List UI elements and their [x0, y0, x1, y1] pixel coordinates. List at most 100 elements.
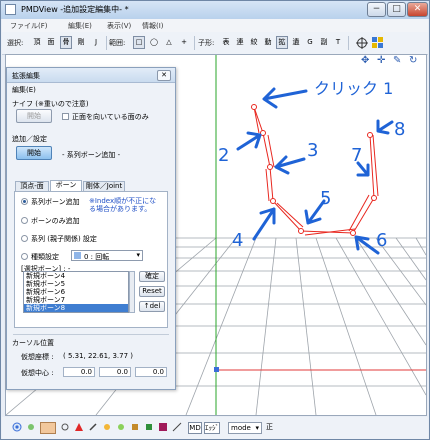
radio-series-bone-add-label: 系列ボーン追加 [31, 198, 80, 206]
edge-button[interactable]: ｴｯｼﾞ [204, 422, 220, 434]
radio-series-parent-set[interactable] [21, 235, 28, 242]
front-only-label: 正面を向いている面のみ [72, 113, 149, 121]
child-surface-button[interactable]: 表 [220, 36, 232, 49]
status-toolbar: MD ｴｯｼﾞ mode ▾ 正 [2, 417, 428, 439]
circle-view-icon[interactable] [60, 422, 70, 434]
select-rigid-button[interactable]: 剛 [75, 36, 87, 49]
close-button[interactable]: ✕ [407, 2, 428, 17]
soft-view-icon[interactable] [144, 422, 154, 434]
child-sub-button[interactable]: 副 [318, 36, 330, 49]
annotation-number: 8 [394, 119, 406, 140]
select-vertex-button[interactable]: 頂 [31, 36, 43, 49]
grid-color-icon[interactable] [371, 36, 385, 49]
virtual-center-label: 仮想中心 : [21, 369, 54, 377]
chevron-down-icon: ▾ [255, 424, 259, 432]
menu-edit[interactable]: 編集(E) [68, 21, 92, 31]
vertex-view-icon[interactable] [26, 422, 36, 434]
radio-type-set-label: 種類設定 [31, 253, 59, 261]
menu-view[interactable]: 表示(V) [107, 21, 131, 31]
type-select[interactable]: 0 : 回転 ▾ [71, 250, 143, 261]
panel-title-bar: 拡張編集 ✕ [7, 68, 175, 83]
annotation-number: 3 [307, 140, 319, 161]
target-icon[interactable] [355, 36, 369, 49]
cursor-section-label: カーソル位置 [12, 339, 54, 347]
eye-icon[interactable] [12, 422, 22, 434]
color-view-icon[interactable] [158, 422, 168, 434]
virtual-center-y-input[interactable]: 0.0 [99, 367, 131, 377]
morph-view-icon[interactable] [172, 422, 182, 434]
child-t-button[interactable]: T [332, 36, 344, 49]
list-item[interactable]: 新規ボーン7 [24, 296, 128, 304]
virtual-center-z-input[interactable]: 0.0 [135, 367, 167, 377]
maximize-button[interactable]: □ [387, 2, 406, 17]
virtual-center-x-input[interactable]: 0.0 [63, 367, 95, 377]
virtual-coord-label: 仮想座標 : [21, 353, 54, 361]
rigid-view-icon[interactable] [116, 422, 126, 434]
range-circle-button[interactable]: ◯ [148, 36, 160, 49]
child-label: 子形: [198, 39, 215, 47]
move-icon[interactable]: ✥ [361, 55, 369, 66]
menu-file[interactable]: ファイル(F) [10, 21, 48, 31]
menu-info[interactable]: 情報(I) [142, 21, 164, 31]
mode-select[interactable]: mode ▾ [228, 422, 262, 434]
radio-bone-only-add[interactable] [21, 217, 28, 224]
radio-type-set[interactable] [21, 253, 28, 260]
bone-view-icon[interactable] [88, 422, 98, 434]
list-item[interactable]: 新規ボーン5 [24, 280, 128, 288]
joint-view-icon[interactable] [130, 422, 140, 434]
md-button[interactable]: MD [188, 422, 202, 434]
minimize-button[interactable]: − [367, 2, 386, 17]
child-move-button[interactable]: 動 [262, 36, 274, 49]
add-mode-text: - 系列ボーン追加 - [62, 151, 121, 159]
reset-button[interactable]: Reset [139, 286, 165, 297]
select-face-button[interactable]: 面 [45, 36, 57, 49]
pen-icon[interactable]: ✎ [393, 55, 401, 66]
radio-bone-only-add-label: ボーンのみ追加 [31, 217, 80, 225]
add-setting-label: 追加／設定 [12, 135, 47, 143]
toolbar-separator [348, 36, 349, 50]
toolbar-separator [106, 36, 107, 50]
knife-start-button[interactable]: 開始 [16, 109, 52, 123]
menu-bar: ファイル(F) 編集(E) 表示(V) 情報(I) [2, 19, 428, 33]
add-start-button[interactable]: 開始 [16, 146, 52, 160]
select-bone-button[interactable]: 骨 [60, 36, 72, 49]
child-group-button[interactable]: G [304, 36, 316, 49]
ik-view-icon[interactable] [102, 422, 112, 434]
list-item[interactable]: 新規ボーン4 [24, 272, 128, 280]
annotation-number: 6 [376, 230, 388, 251]
index-warning-text: ※Index順が不正になる場合があります。 [89, 197, 157, 213]
front-only-checkbox[interactable] [62, 113, 69, 120]
type-color-swatch [74, 252, 81, 259]
annotation-arrows [236, 87, 394, 255]
range-plus-button[interactable]: + [178, 36, 190, 49]
bone-listbox[interactable]: 新規ボーン4 新規ボーン5 新規ボーン6 新規ボーン7 新規ボーン8 [23, 271, 129, 313]
mode-select-value: mode [231, 424, 251, 432]
select-label: 選択: [7, 39, 24, 47]
front-view-label[interactable]: 正 [266, 422, 273, 434]
panel-close-button[interactable]: ✕ [157, 70, 171, 81]
child-inherit-button[interactable]: 遺 [290, 36, 302, 49]
range-rect-button[interactable]: □ [133, 36, 145, 49]
child-extend-button[interactable]: 拡 [276, 36, 288, 49]
delete-last-button[interactable]: ↑del [139, 301, 165, 312]
type-select-value: 0 : 回転 [84, 253, 110, 261]
triangle-view-icon[interactable] [74, 422, 84, 434]
list-item[interactable]: 新規ボーン6 [24, 288, 128, 296]
child-link-button[interactable]: 連 [234, 36, 246, 49]
window-title: PMDView -追加設定編集中- * [21, 5, 129, 14]
list-item-selected[interactable]: 新規ボーン8 [24, 304, 128, 312]
range-triangle-button[interactable]: △ [163, 36, 175, 49]
radio-series-bone-add[interactable] [21, 198, 28, 205]
app-window: PMDView -追加設定編集中- * − □ ✕ ファイル(F) 編集(E) … [0, 0, 430, 440]
annotation-number: 4 [232, 230, 244, 251]
app-icon [5, 4, 16, 15]
rotate-icon[interactable]: ↻ [409, 55, 417, 66]
confirm-button[interactable]: 確定 [139, 271, 165, 282]
panel-edit-menu[interactable]: 編集(E) [12, 85, 36, 95]
move-all-icon[interactable]: ✛ [377, 55, 385, 66]
listbox-scrollbar[interactable] [129, 271, 135, 313]
child-narrow-button[interactable]: 絞 [248, 36, 260, 49]
select-joint-button[interactable]: J [90, 36, 102, 49]
material-view-icon[interactable] [40, 422, 56, 434]
annotation-number: 7 [351, 145, 363, 166]
